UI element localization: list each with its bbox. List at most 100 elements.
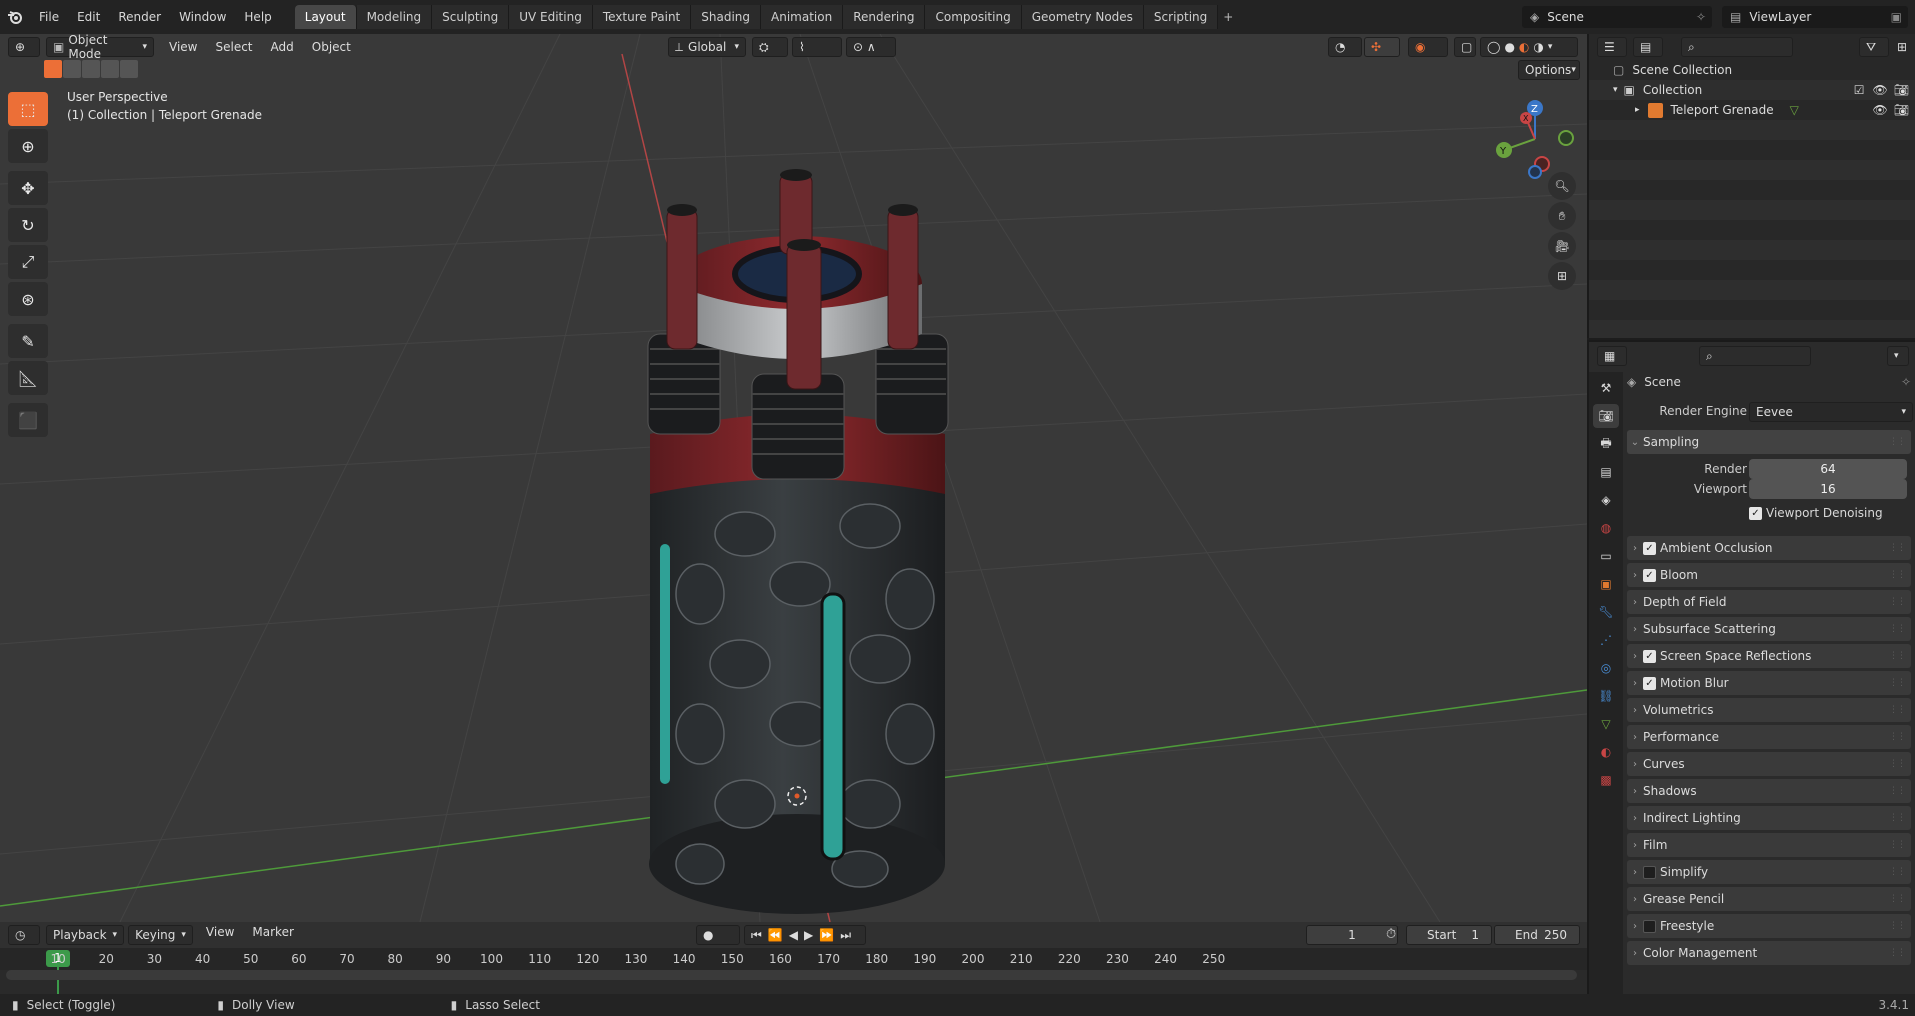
properties-search[interactable]: ⌕ <box>1699 346 1811 366</box>
panel-color-management[interactable]: › Color Management ⋮⋮ <box>1627 941 1911 965</box>
drag-grip-icon[interactable]: ⋮⋮ <box>1889 732 1906 742</box>
tab-shading[interactable]: Shading <box>691 5 761 29</box>
viewport-menu-object[interactable]: Object <box>303 40 360 54</box>
editor-type-dropdown[interactable]: ⊕ <box>8 37 40 57</box>
move-tool[interactable]: ✥ <box>8 171 48 205</box>
outliner-search[interactable]: ⌕ <box>1681 37 1793 57</box>
physics-tab-icon[interactable]: ◎ <box>1593 656 1619 680</box>
drag-grip-icon[interactable]: ⋮⋮ <box>1889 867 1906 877</box>
checkbox-icon[interactable]: ✓ <box>1643 568 1656 582</box>
tab-geometry-nodes[interactable]: Geometry Nodes <box>1021 5 1144 29</box>
timeline-menu-view[interactable]: View <box>197 925 243 945</box>
gizmo-toggle-button[interactable]: ✣ <box>1364 37 1400 57</box>
checkbox-icon[interactable]: ✓ <box>1643 541 1656 555</box>
sampling-render-field[interactable]: 64 <box>1749 459 1907 479</box>
add-workspace-button[interactable]: + <box>1218 5 1238 29</box>
checkbox-icon[interactable]: ✓ <box>1643 649 1656 663</box>
new-layer-icon[interactable]: ▣ <box>1891 10 1902 24</box>
timeline-editor-type[interactable]: ◷ <box>8 925 40 945</box>
drag-grip-icon[interactable]: ⋮⋮ <box>1889 543 1906 553</box>
blender-logo-icon[interactable] <box>0 0 30 34</box>
panel-film[interactable]: › Film ⋮⋮ <box>1627 833 1911 857</box>
viewport-menu-select[interactable]: Select <box>206 40 261 54</box>
teleport-grenade-model[interactable] <box>647 169 949 914</box>
tab-texture-paint[interactable]: Texture Paint <box>592 5 692 29</box>
keyframe-record-button[interactable]: ● <box>696 925 740 945</box>
eye-icon[interactable]: 👁︎ <box>1873 83 1888 97</box>
panel-ambient-occlusion[interactable]: › ✓ Ambient Occlusion ⋮⋮ <box>1627 536 1911 560</box>
drag-grip-icon[interactable]: ⋮⋮ <box>1889 948 1906 958</box>
camera-view-icon[interactable]: 🎥︎ <box>1548 232 1576 260</box>
properties-editor-type[interactable]: ▦ <box>1597 346 1627 366</box>
timeline-menu-playback[interactable]: Playback ▾ <box>46 925 125 945</box>
play-reverse-icon[interactable]: ◀ <box>789 928 798 942</box>
start-frame-field[interactable]: Start 1 <box>1406 925 1492 945</box>
drag-grip-icon[interactable]: ⋮⋮ <box>1889 624 1906 634</box>
menu-edit[interactable]: Edit <box>68 0 109 34</box>
sampling-viewport-field[interactable]: 16 <box>1749 479 1907 499</box>
overlay-toggle-button[interactable]: ◉ <box>1408 37 1448 57</box>
menu-window[interactable]: Window <box>170 0 235 34</box>
pan-hand-icon[interactable]: ✋︎ <box>1548 202 1576 230</box>
zoom-icon[interactable]: 🔍︎ <box>1548 172 1576 200</box>
material-shading-icon[interactable]: ◐ <box>1519 40 1529 54</box>
panel-freestyle[interactable]: › Freestyle ⋮⋮ <box>1627 914 1911 938</box>
menu-render[interactable]: Render <box>109 0 170 34</box>
render-tab-icon[interactable]: 📷︎ <box>1593 404 1619 428</box>
panel-curves[interactable]: › Curves ⋮⋮ <box>1627 752 1911 776</box>
expand-arrow-icon[interactable]: ▾ <box>1613 85 1618 95</box>
panel-indirect-lighting[interactable]: › Indirect Lighting ⋮⋮ <box>1627 806 1911 830</box>
material-tab-icon[interactable]: ◐ <box>1593 740 1619 764</box>
particles-tab-icon[interactable]: ⋰ <box>1593 628 1619 652</box>
tab-uv-editing[interactable]: UV Editing <box>509 5 593 29</box>
checkbox-icon[interactable]: ✓ <box>1749 506 1762 520</box>
checkbox-icon[interactable] <box>1643 865 1656 879</box>
mode-dropdown[interactable]: ▣ Object Mode ▾ <box>46 34 154 61</box>
proportional-edit-button[interactable]: ⊙ ∧ <box>846 37 896 57</box>
filter-dropdown[interactable]: ⛛ <box>1858 37 1889 57</box>
texture-tab-icon[interactable]: ▩ <box>1593 768 1619 792</box>
display-mode-dropdown[interactable]: ▤ <box>1633 37 1663 57</box>
playback-controls[interactable]: ⏮ ⏪ ◀ ▶ ⏩ ⏭ <box>744 925 866 945</box>
play-icon[interactable]: ▶ <box>804 928 813 942</box>
select-invert-icon[interactable] <box>101 60 119 78</box>
drag-grip-icon[interactable]: ⋮⋮ <box>1889 840 1906 850</box>
scene-tab-icon[interactable]: ◈ <box>1593 488 1619 512</box>
panel-grease-pencil[interactable]: › Grease Pencil ⋮⋮ <box>1627 887 1911 911</box>
annotate-tool[interactable]: ✎ <box>8 324 48 358</box>
tab-layout[interactable]: Layout <box>294 5 357 29</box>
measure-tool[interactable]: 📐︎ <box>8 361 48 395</box>
panel-performance[interactable]: › Performance ⋮⋮ <box>1627 725 1911 749</box>
pivot-dropdown[interactable]: ⛭ <box>752 37 788 57</box>
rotate-tool[interactable]: ↻ <box>8 208 48 242</box>
camera-icon[interactable]: 📷︎ <box>1894 103 1909 117</box>
menu-help[interactable]: Help <box>235 0 280 34</box>
jump-end-icon[interactable]: ⏭ <box>840 928 851 943</box>
scene-selector[interactable]: ◈ Scene ✧ <box>1522 6 1712 28</box>
current-frame-field[interactable]: 1 <box>1306 925 1398 945</box>
timeline-menu-marker[interactable]: Marker <box>243 925 302 945</box>
panel-simplify[interactable]: › Simplify ⋮⋮ <box>1627 860 1911 884</box>
panel-subsurface-scattering[interactable]: › Subsurface Scattering ⋮⋮ <box>1627 617 1911 641</box>
render-engine-dropdown[interactable]: Eevee ▾ <box>1749 402 1913 422</box>
xray-toggle-button[interactable]: ▢ <box>1454 37 1476 57</box>
data-tab-icon[interactable]: ▽ <box>1593 712 1619 736</box>
scale-tool[interactable]: ⤢ <box>8 245 48 279</box>
stopwatch-icon[interactable]: ⏱ <box>1386 927 1396 942</box>
timeline-menu-keying[interactable]: Keying ▾ <box>128 925 193 945</box>
transform-tool[interactable]: ⊛ <box>8 282 48 316</box>
navigation-gizmo[interactable]: Z Y X <box>1490 94 1580 184</box>
outliner-row-object[interactable]: ▸ Teleport Grenade ▽ 👁︎ 📷︎ <box>1589 100 1915 120</box>
tab-scripting[interactable]: Scripting <box>1143 5 1219 29</box>
constraints-tab-icon[interactable]: ⛓ <box>1593 684 1619 708</box>
panel-shadows[interactable]: › Shadows ⋮⋮ <box>1627 779 1911 803</box>
drag-grip-icon[interactable]: ⋮⋮ <box>1889 894 1906 904</box>
select-extend-icon[interactable] <box>63 60 81 78</box>
add-cube-tool[interactable]: ⬛ <box>8 403 48 437</box>
frame-ruler[interactable]: 1 10 20 30 40 50 60 70 80 90 100 110 120 130 140 150 16… <box>0 948 1587 970</box>
3d-viewport[interactable]: ⊕ ▣ Object Mode ▾ View Select Add Object ⟂ … <box>0 34 1587 922</box>
sampling-panel-header[interactable]: ⌄ Sampling ⋮⋮ <box>1627 430 1911 454</box>
viewport-menu-add[interactable]: Add <box>262 40 303 54</box>
select-subtract-icon[interactable] <box>82 60 100 78</box>
tab-compositing[interactable]: Compositing <box>925 5 1022 29</box>
